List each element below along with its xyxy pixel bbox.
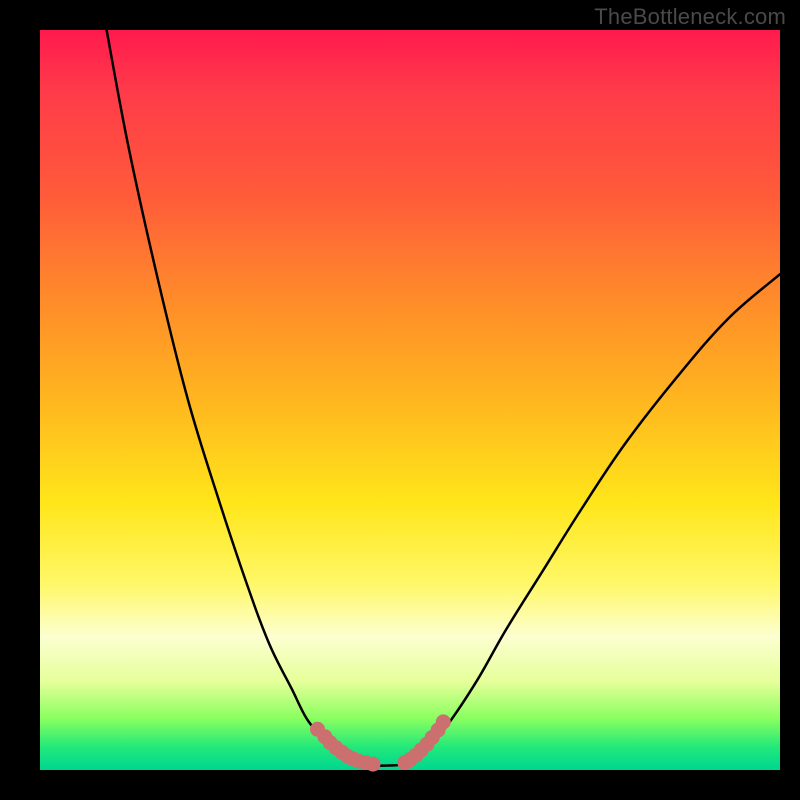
plot-area: [40, 30, 780, 770]
curve-left-curve: [107, 30, 359, 764]
watermark-text: TheBottleneck.com: [594, 4, 786, 30]
line-layer: [107, 30, 780, 766]
marker-left-markers: [366, 757, 381, 772]
curves-svg: [40, 30, 780, 770]
marker-layer: [310, 714, 451, 771]
marker-right-markers: [436, 714, 451, 729]
curve-right-curve: [410, 274, 780, 762]
chart-frame: TheBottleneck.com: [0, 0, 800, 800]
